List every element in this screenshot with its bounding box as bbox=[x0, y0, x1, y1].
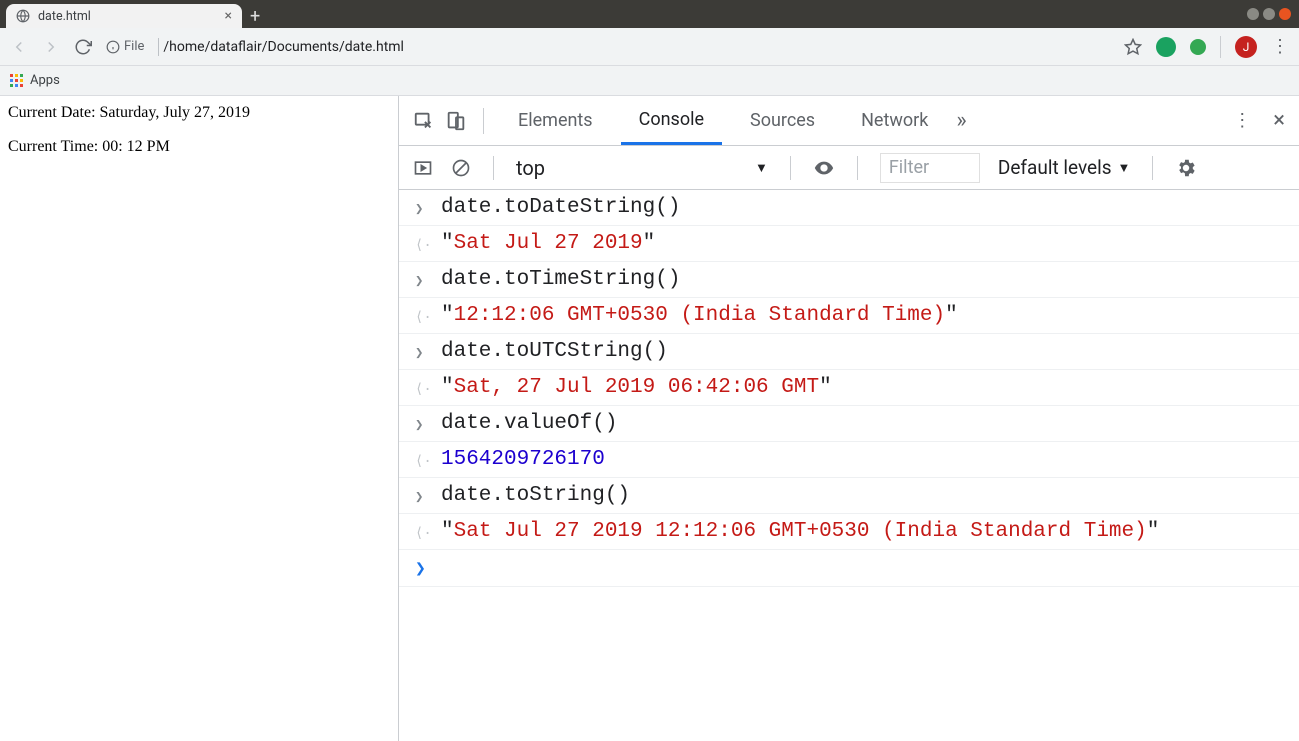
console-code: date.toDateString() bbox=[441, 196, 680, 219]
extension-icon[interactable] bbox=[1190, 39, 1206, 55]
separator bbox=[158, 38, 159, 56]
tab-network[interactable]: Network bbox=[843, 96, 946, 145]
input-chevron-icon: ❯ bbox=[415, 340, 427, 362]
address-bar[interactable]: /home/dataflair/Documents/date.html bbox=[158, 38, 404, 56]
minimize-button[interactable] bbox=[1247, 8, 1259, 20]
levels-label: Default levels bbox=[998, 156, 1112, 179]
dropdown-icon: ▼ bbox=[755, 160, 768, 176]
separator bbox=[1220, 36, 1221, 58]
console-output-row: ⟨· "Sat, 27 Jul 2019 06:42:06 GMT" bbox=[399, 370, 1299, 406]
console-input-row: ❯ date.valueOf() bbox=[399, 406, 1299, 442]
tab-sources[interactable]: Sources bbox=[732, 96, 833, 145]
console-result: "Sat Jul 27 2019" bbox=[441, 232, 655, 255]
console-output-row: ⟨· "12:12:06 GMT+0530 (India Standard Tim… bbox=[399, 298, 1299, 334]
separator bbox=[493, 156, 494, 180]
console-body[interactable]: ❯ date.toDateString() ⟨· "Sat Jul 27 2019"… bbox=[399, 190, 1299, 741]
site-info-button[interactable]: File bbox=[106, 39, 144, 54]
page-line: Current Date: Saturday, July 27, 2019 bbox=[8, 104, 390, 122]
apps-label[interactable]: Apps bbox=[30, 73, 60, 88]
input-chevron-icon: ❯ bbox=[415, 268, 427, 290]
console-settings-icon[interactable] bbox=[1175, 157, 1197, 179]
browser-toolbar: File /home/dataflair/Documents/date.html… bbox=[0, 28, 1299, 66]
console-sidebar-toggle-icon[interactable] bbox=[413, 158, 433, 178]
console-toolbar: top ▼ Filter Default levels ▼ bbox=[399, 146, 1299, 190]
output-chevron-icon: ⟨· bbox=[415, 376, 427, 398]
devtools-tabs: Elements Console Sources Network » ⋮ × bbox=[399, 96, 1299, 146]
url-path: /home/dataflair/Documents/date.html bbox=[163, 39, 404, 55]
console-input-row: ❯ date.toTimeString() bbox=[399, 262, 1299, 298]
output-chevron-icon: ⟨· bbox=[415, 304, 427, 326]
close-window-button[interactable] bbox=[1279, 8, 1291, 20]
filter-placeholder: Filter bbox=[889, 157, 929, 178]
console-result: 1564209726170 bbox=[441, 448, 605, 471]
output-chevron-icon: ⟨· bbox=[415, 232, 427, 254]
maximize-button[interactable] bbox=[1263, 8, 1275, 20]
tab-title: date.html bbox=[38, 9, 217, 24]
context-selector[interactable]: top ▼ bbox=[516, 156, 768, 180]
tab-console[interactable]: Console bbox=[621, 96, 722, 145]
new-tab-button[interactable]: + bbox=[242, 4, 268, 28]
apps-icon[interactable] bbox=[10, 74, 24, 88]
back-button[interactable] bbox=[10, 38, 28, 56]
inspect-element-icon[interactable] bbox=[413, 110, 435, 132]
close-devtools-icon[interactable]: × bbox=[1273, 108, 1285, 133]
input-chevron-icon: ❯ bbox=[415, 196, 427, 218]
profile-avatar[interactable]: J bbox=[1235, 36, 1257, 58]
titlebar: date.html × + bbox=[0, 0, 1299, 28]
tab-elements[interactable]: Elements bbox=[500, 96, 611, 145]
console-code: date.toString() bbox=[441, 484, 630, 507]
console-output-row: ⟨· "Sat Jul 27 2019 12:12:06 GMT+0530 (In… bbox=[399, 514, 1299, 550]
bookmarks-bar: Apps bbox=[0, 66, 1299, 96]
separator bbox=[483, 108, 484, 134]
page-line: Current Time: 00: 12 PM bbox=[8, 138, 390, 156]
console-code: date.toTimeString() bbox=[441, 268, 680, 291]
devtools-panel: Elements Console Sources Network » ⋮ × t… bbox=[398, 96, 1299, 741]
console-result: "12:12:06 GMT+0530 (India Standard Time)… bbox=[441, 304, 958, 327]
console-code: date.toUTCString() bbox=[441, 340, 668, 363]
more-tabs-icon[interactable]: » bbox=[956, 108, 966, 133]
console-prompt-row[interactable]: ❯ bbox=[399, 550, 1299, 587]
input-chevron-icon: ❯ bbox=[415, 484, 427, 506]
globe-icon bbox=[16, 9, 30, 23]
prompt-chevron-icon: ❯ bbox=[415, 556, 427, 580]
devtools-menu-icon[interactable]: ⋮ bbox=[1233, 110, 1251, 131]
page-content: Current Date: Saturday, July 27, 2019 Cu… bbox=[0, 96, 398, 741]
console-result: "Sat, 27 Jul 2019 06:42:06 GMT" bbox=[441, 376, 832, 399]
input-chevron-icon: ❯ bbox=[415, 412, 427, 434]
log-levels-dropdown[interactable]: Default levels ▼ bbox=[998, 156, 1131, 179]
browser-tab[interactable]: date.html × bbox=[6, 4, 242, 28]
browser-menu-icon[interactable]: ⋮ bbox=[1271, 36, 1289, 57]
console-input-row: ❯ date.toDateString() bbox=[399, 190, 1299, 226]
reload-button[interactable] bbox=[74, 38, 92, 56]
dropdown-icon: ▼ bbox=[1118, 160, 1131, 176]
output-chevron-icon: ⟨· bbox=[415, 520, 427, 542]
console-input-row: ❯ date.toUTCString() bbox=[399, 334, 1299, 370]
forward-button[interactable] bbox=[42, 38, 60, 56]
console-result: "Sat Jul 27 2019 12:12:06 GMT+0530 (Indi… bbox=[441, 520, 1159, 543]
close-tab-icon[interactable]: × bbox=[225, 8, 232, 24]
clear-console-icon[interactable] bbox=[451, 158, 471, 178]
filter-input[interactable]: Filter bbox=[880, 153, 980, 183]
console-output-row: ⟨· "Sat Jul 27 2019" bbox=[399, 226, 1299, 262]
console-output-row: ⟨· 1564209726170 bbox=[399, 442, 1299, 478]
separator bbox=[857, 156, 858, 180]
console-code: date.valueOf() bbox=[441, 412, 617, 435]
context-label: top bbox=[516, 156, 545, 180]
window-controls bbox=[1247, 0, 1299, 28]
extension-icon[interactable] bbox=[1156, 37, 1176, 57]
output-chevron-icon: ⟨· bbox=[415, 448, 427, 470]
file-scheme-label: File bbox=[124, 39, 144, 54]
device-toggle-icon[interactable] bbox=[445, 110, 467, 132]
console-input-row: ❯ date.toString() bbox=[399, 478, 1299, 514]
star-bookmark-icon[interactable] bbox=[1124, 38, 1142, 56]
live-expression-icon[interactable] bbox=[813, 157, 835, 179]
separator bbox=[790, 156, 791, 180]
separator bbox=[1152, 156, 1153, 180]
